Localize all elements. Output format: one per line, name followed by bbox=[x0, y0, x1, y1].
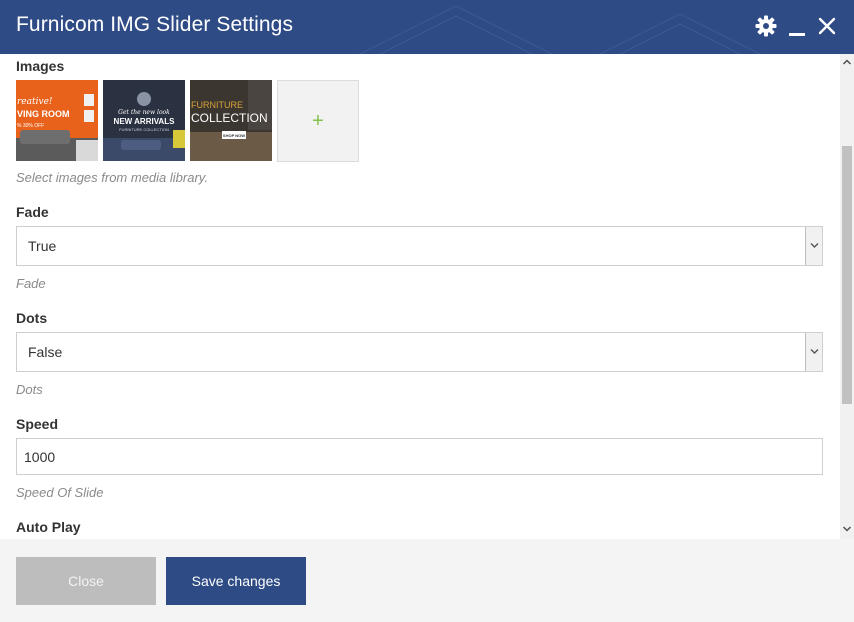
images-label: Images bbox=[16, 58, 65, 74]
thumbnail-caption: % 30% OFF bbox=[17, 123, 44, 129]
thumbnail-caption: VING ROOM bbox=[17, 109, 70, 119]
image-thumbnail[interactable]: Get the new look NEW ARRIVALS FURNITURE … bbox=[103, 80, 185, 161]
speed-input-value: 1000 bbox=[24, 449, 56, 465]
dots-select-value: False bbox=[28, 344, 63, 360]
thumbnail-caption: FURNITURE bbox=[191, 100, 243, 110]
minimize-icon[interactable] bbox=[786, 14, 810, 38]
scroll-down-icon[interactable] bbox=[842, 525, 852, 533]
thumbnail-caption: SHOP NOW bbox=[223, 133, 245, 138]
close-icon[interactable] bbox=[815, 14, 839, 38]
speed-help-text: Speed Of Slide bbox=[16, 485, 104, 500]
thumbnail-caption: reative! bbox=[17, 97, 53, 107]
fade-label: Fade bbox=[16, 204, 49, 220]
autoplay-label: Auto Play bbox=[16, 519, 81, 535]
thumbnail-caption: NEW ARRIVALS bbox=[114, 117, 176, 126]
settings-modal: Furnicom IMG Slider Settings Images reat… bbox=[0, 0, 854, 622]
scrollbar-thumb[interactable] bbox=[842, 146, 852, 404]
fade-select[interactable]: True bbox=[16, 226, 823, 266]
save-changes-button[interactable]: Save changes bbox=[166, 557, 306, 605]
image-thumbnail[interactable]: FURNITURE COLLECTION SHOP NOW bbox=[190, 80, 272, 161]
close-button[interactable]: Close bbox=[16, 557, 156, 605]
settings-form: Images reative! VING ROOM % 30% OFF Get … bbox=[0, 54, 840, 539]
modal-footer: Close Save changes bbox=[0, 539, 854, 622]
add-image-button[interactable]: + bbox=[277, 80, 359, 162]
chevron-down-icon[interactable] bbox=[805, 333, 822, 371]
thumbnail-caption: COLLECTION bbox=[191, 111, 268, 125]
scrollbar[interactable] bbox=[840, 54, 854, 539]
dots-label: Dots bbox=[16, 310, 48, 326]
fade-select-value: True bbox=[28, 238, 57, 254]
modal-title: Furnicom IMG Slider Settings bbox=[16, 13, 294, 36]
fade-help-text: Fade bbox=[16, 276, 46, 291]
dots-select[interactable]: False bbox=[16, 332, 823, 372]
dots-help-text: Dots bbox=[16, 382, 43, 397]
scroll-up-icon[interactable] bbox=[842, 58, 852, 66]
gear-icon[interactable] bbox=[754, 14, 778, 38]
images-help-text: Select images from media library. bbox=[16, 170, 208, 185]
speed-input[interactable]: 1000 bbox=[16, 438, 823, 475]
chevron-down-icon[interactable] bbox=[805, 227, 822, 265]
speed-label: Speed bbox=[16, 416, 59, 432]
thumbnail-caption: FURNITURE COLLECTION bbox=[119, 127, 169, 132]
modal-header: Furnicom IMG Slider Settings bbox=[0, 0, 854, 54]
image-thumbnail[interactable]: reative! VING ROOM % 30% OFF bbox=[16, 80, 98, 161]
thumbnail-caption: Get the new look bbox=[118, 109, 170, 116]
